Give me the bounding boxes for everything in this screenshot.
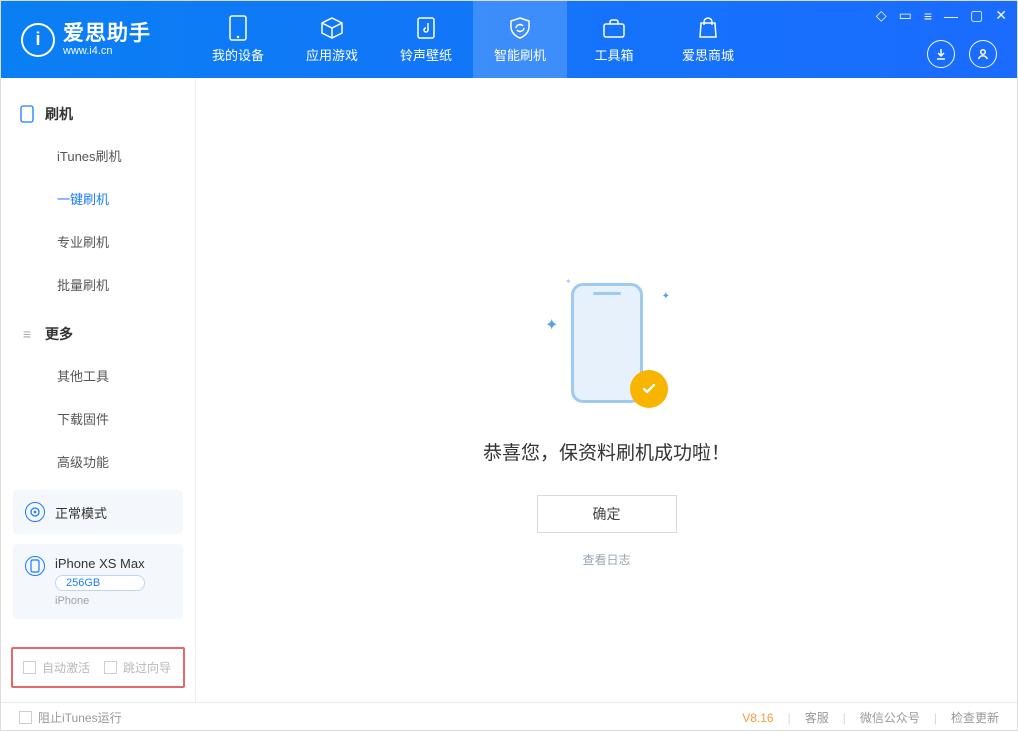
device-capacity: 256GB <box>55 575 145 591</box>
sidebar-item-other-tools[interactable]: 其他工具 <box>1 354 195 397</box>
header-right-actions <box>927 40 997 68</box>
sidebar: 刷机 iTunes刷机 一键刷机 专业刷机 批量刷机 ≡ 更多 其他工具 下载固… <box>1 78 196 702</box>
tab-toolbox[interactable]: 工具箱 <box>567 1 661 78</box>
shirt-icon[interactable]: ◇ <box>876 7 887 24</box>
sidebar-item-download-firmware[interactable]: 下载固件 <box>1 397 195 440</box>
tab-ringtone-wallpaper[interactable]: 铃声壁纸 <box>379 1 473 78</box>
more-icon: ≡ <box>19 326 35 342</box>
view-log-link[interactable]: 查看日志 <box>582 551 630 568</box>
sidebar-section-flash: 刷机 <box>1 86 195 134</box>
sparkle-icon: ✦ <box>662 291 670 302</box>
ok-button[interactable]: 确定 <box>537 495 677 533</box>
success-message: 恭喜您，保资料刷机成功啦！ <box>483 438 730 465</box>
bag-icon <box>695 15 721 41</box>
sidebar-item-pro-flash[interactable]: 专业刷机 <box>1 220 195 263</box>
success-check-icon <box>630 370 668 408</box>
device-subtype: iPhone <box>55 595 145 607</box>
music-file-icon <box>413 15 439 41</box>
checkbox-icon <box>19 711 32 724</box>
minimize-button[interactable]: — <box>944 8 958 24</box>
device-mode-label: 正常模式 <box>55 503 107 522</box>
status-bar: 阻止iTunes运行 V8.16 | 客服 | 微信公众号 | 检查更新 <box>1 702 1017 732</box>
book-icon[interactable]: ▭ <box>899 7 912 24</box>
tab-my-device[interactable]: 我的设备 <box>191 1 285 78</box>
tab-label: 铃声壁纸 <box>400 45 452 64</box>
checkbox-label: 跳过向导 <box>123 659 171 676</box>
device-card[interactable]: iPhone XS Max 256GB iPhone <box>13 544 183 619</box>
sidebar-section-more: ≡ 更多 <box>1 306 195 354</box>
app-title: 爱思助手 <box>63 23 151 44</box>
sidebar-item-advanced[interactable]: 高级功能 <box>1 440 195 480</box>
checkbox-block-itunes[interactable]: 阻止iTunes运行 <box>19 709 122 726</box>
main-tabs: 我的设备 应用游戏 铃声壁纸 智能刷机 工具箱 爱思商城 <box>191 1 755 78</box>
checkbox-skip-guide[interactable]: 跳过向导 <box>104 659 171 676</box>
window-controls: ◇ ▭ ≡ — ▢ ✕ <box>876 7 1007 24</box>
sparkle-icon: ✦ <box>545 315 558 335</box>
status-link-wechat[interactable]: 微信公众号 <box>860 709 920 726</box>
cube-icon <box>319 15 345 41</box>
tab-label: 工具箱 <box>594 45 633 64</box>
device-mode-card[interactable]: 正常模式 <box>13 490 183 534</box>
sparkle-icon: ✦ <box>565 277 572 286</box>
phone-small-icon <box>19 106 35 122</box>
tab-smart-flash[interactable]: 智能刷机 <box>473 1 567 78</box>
mode-icon <box>25 502 45 522</box>
divider: | <box>934 711 937 725</box>
logo-letter: i <box>35 29 40 50</box>
checkbox-auto-activate[interactable]: 自动激活 <box>23 659 90 676</box>
sidebar-item-oneclick-flash[interactable]: 一键刷机 <box>1 177 195 220</box>
status-link-update[interactable]: 检查更新 <box>951 709 999 726</box>
app-header: i 爱思助手 www.i4.cn 我的设备 应用游戏 铃声壁纸 智能刷机 工具箱 <box>1 1 1017 78</box>
phone-icon <box>225 15 251 41</box>
tab-apps-games[interactable]: 应用游戏 <box>285 1 379 78</box>
account-button[interactable] <box>969 40 997 68</box>
flash-options-highlight: 自动激活 跳过向导 <box>11 647 185 688</box>
download-button[interactable] <box>927 40 955 68</box>
divider: | <box>788 711 791 725</box>
toolbox-icon <box>601 15 627 41</box>
divider: | <box>843 711 846 725</box>
section-title: 刷机 <box>45 104 73 124</box>
list-icon[interactable]: ≡ <box>924 8 932 24</box>
refresh-shield-icon <box>507 15 533 41</box>
app-subtitle: www.i4.cn <box>63 46 151 57</box>
tab-label: 我的设备 <box>212 45 264 64</box>
tab-label: 爱思商城 <box>682 45 734 64</box>
version-label: V8.16 <box>742 711 773 725</box>
tab-store[interactable]: 爱思商城 <box>661 1 755 78</box>
status-link-support[interactable]: 客服 <box>805 709 829 726</box>
device-name: iPhone XS Max <box>55 556 145 571</box>
checkbox-icon <box>23 661 36 674</box>
logo: i 爱思助手 www.i4.cn <box>1 1 191 78</box>
logo-text: 爱思助手 www.i4.cn <box>63 23 151 57</box>
checkbox-label: 阻止iTunes运行 <box>38 709 122 726</box>
sidebar-item-batch-flash[interactable]: 批量刷机 <box>1 263 195 306</box>
device-icon <box>25 556 45 576</box>
checkbox-icon <box>104 661 117 674</box>
tab-label: 应用游戏 <box>306 45 358 64</box>
logo-icon: i <box>21 23 55 57</box>
checkbox-label: 自动激活 <box>42 659 90 676</box>
close-button[interactable]: ✕ <box>995 7 1007 24</box>
maximize-button[interactable]: ▢ <box>970 7 983 24</box>
section-title: 更多 <box>45 324 73 344</box>
success-illustration: ✦ ✦ ✦ <box>539 273 674 408</box>
tab-label: 智能刷机 <box>494 45 546 64</box>
main-content: ✦ ✦ ✦ 恭喜您，保资料刷机成功啦！ 确定 查看日志 <box>196 78 1017 702</box>
sidebar-item-itunes-flash[interactable]: iTunes刷机 <box>1 134 195 177</box>
